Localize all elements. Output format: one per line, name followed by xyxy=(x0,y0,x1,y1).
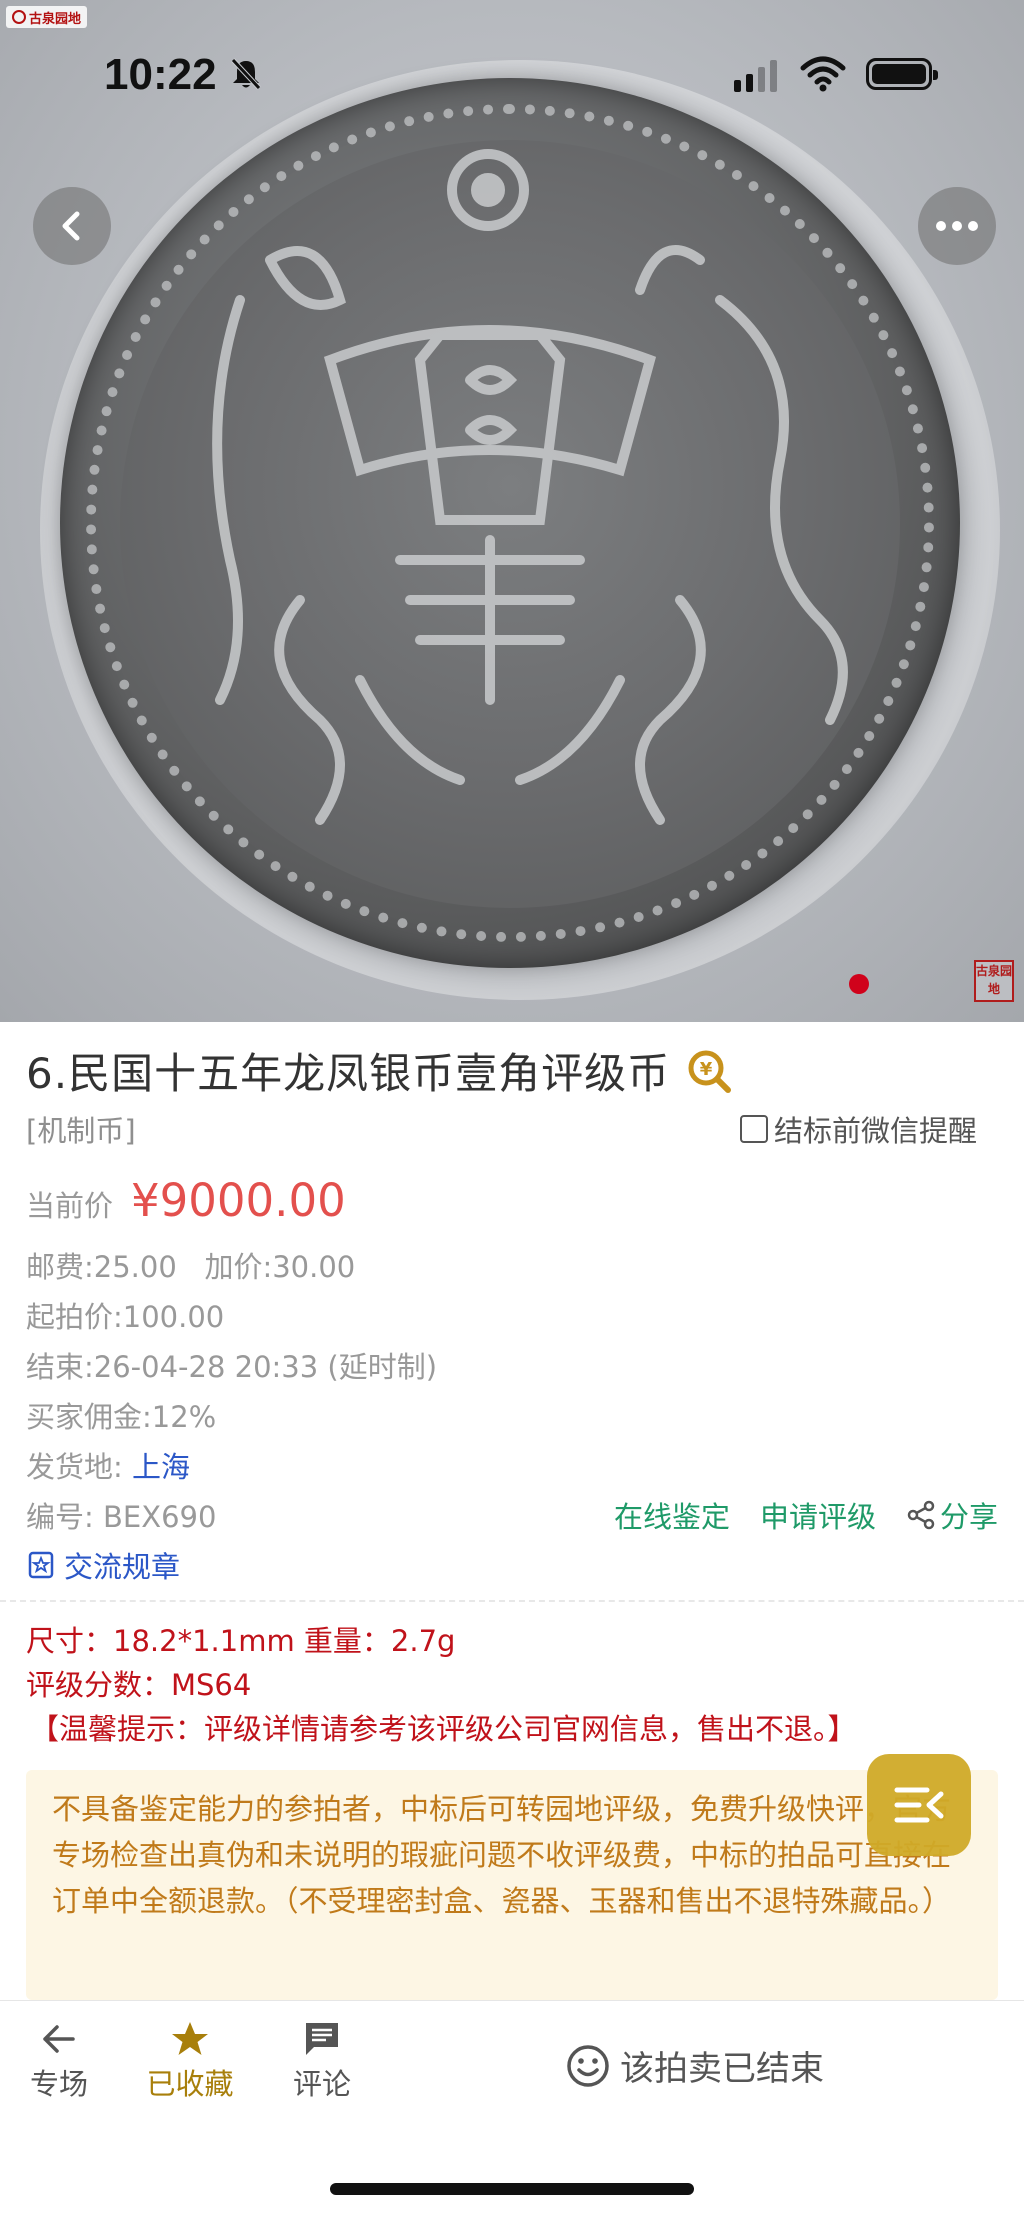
status-bar: 10:22 xyxy=(0,0,1024,150)
comment-icon xyxy=(306,2023,338,2055)
grading-notice: 不具备鉴定能力的参拍者，中标后可转园地评级，免费升级快评，官方专场检查出真伪和未… xyxy=(26,1770,998,2000)
floating-menu-button[interactable] xyxy=(867,1754,971,1856)
home-indicator xyxy=(330,2183,694,2195)
signal-icon xyxy=(734,58,777,92)
auction-ended-status: 该拍卖已结束 xyxy=(566,2041,824,2090)
rules-icon xyxy=(28,1551,54,1579)
star-icon xyxy=(172,2022,208,2055)
lot-code: 编号: BEX690 xyxy=(26,1500,217,1534)
shipping-info: 邮费:25.00 加价:30.00 xyxy=(26,1244,355,1286)
wechat-remind-toggle[interactable]: 结标前微信提醒 xyxy=(740,1108,977,1150)
back-button[interactable] xyxy=(33,187,111,265)
back-icon xyxy=(62,211,80,241)
coin-emblem-illustration xyxy=(212,149,848,825)
more-button[interactable] xyxy=(918,187,996,265)
title-row: 6.民国十五年龙凤银币壹角评级币 ¥ xyxy=(26,1040,1006,1101)
tab-comment-label: 评论 xyxy=(292,2067,351,2101)
watermark-seal: 古泉园地 xyxy=(974,960,1014,1002)
rules-label: 交流规章 xyxy=(64,1550,181,1584)
ship-from: 发货地: 上海 xyxy=(26,1444,190,1486)
buyer-commission: 买家佣金:12% xyxy=(26,1400,217,1434)
shipping-fee: 邮费:25.00 xyxy=(26,1250,177,1284)
share-icon xyxy=(907,1500,935,1530)
tab-comment[interactable]: 评论 xyxy=(267,2019,377,2103)
arrow-left-icon xyxy=(43,2025,75,2053)
apply-grading-link[interactable]: 申请评级 xyxy=(760,1494,876,1536)
battery-icon xyxy=(866,58,938,90)
remind-checkbox[interactable] xyxy=(740,1115,768,1143)
section-divider xyxy=(0,1600,1024,1602)
tab-venue[interactable]: 专场 xyxy=(4,2019,114,2103)
zoom-yuan-icon[interactable]: ¥ xyxy=(686,1048,732,1094)
status-time: 10:22 xyxy=(104,50,217,99)
tab-favorite-label: 已收藏 xyxy=(146,2067,234,2101)
share-button[interactable]: 分享 xyxy=(906,1494,998,1536)
exchange-rules-link[interactable]: 交流规章 xyxy=(26,1544,180,1586)
bid-increment: 加价:30.00 xyxy=(204,1250,356,1284)
current-price: ¥9000.00 xyxy=(131,1174,346,1227)
end-time: 结束:26-04-28 20:33 (延时制) xyxy=(26,1350,438,1384)
bottom-action-bar: 专场 已收藏 评论 该拍卖已结束 xyxy=(0,2000,1024,2219)
spec-tip: 【温馨提示：评级详情请参考该评级公司官网信息，售出不退。】 xyxy=(30,1712,857,1746)
lot-category: [机制币] xyxy=(26,1114,136,1148)
wifi-icon xyxy=(800,56,846,92)
image-page-indicator xyxy=(849,974,869,994)
share-label: 分享 xyxy=(939,1500,998,1534)
lot-title: 6.民国十五年龙凤银币壹角评级币 xyxy=(26,1049,671,1098)
start-price: 起拍价:100.00 xyxy=(26,1300,225,1334)
current-price-row: 当前价 ¥9000.00 xyxy=(26,1174,346,1227)
svg-text:¥: ¥ xyxy=(700,1059,713,1080)
menu-collapse-icon xyxy=(894,1787,944,1823)
ship-from-label: 发货地: xyxy=(26,1450,123,1484)
tab-venue-label: 专场 xyxy=(29,2067,88,2101)
spec-size-weight: 尺寸：18.2*1.1mm 重量：2.7g xyxy=(26,1624,456,1658)
smiley-icon xyxy=(567,2044,609,2087)
bell-slash-icon xyxy=(231,58,261,90)
price-label: 当前价 xyxy=(26,1189,114,1223)
coin-photo[interactable]: 古泉园地 古泉园地 xyxy=(0,0,1024,1022)
more-icon xyxy=(936,221,978,231)
tab-favorite[interactable]: 已收藏 xyxy=(135,2019,245,2103)
auction-ended-label: 该拍卖已结束 xyxy=(620,2049,824,2089)
ship-from-city[interactable]: 上海 xyxy=(132,1450,190,1484)
online-appraise-link[interactable]: 在线鉴定 xyxy=(614,1494,730,1536)
remind-label: 结标前微信提醒 xyxy=(774,1114,978,1148)
lot-actions: 在线鉴定 申请评级 分享 xyxy=(614,1494,998,1536)
spec-grade: 评级分数：MS64 xyxy=(26,1668,252,1702)
